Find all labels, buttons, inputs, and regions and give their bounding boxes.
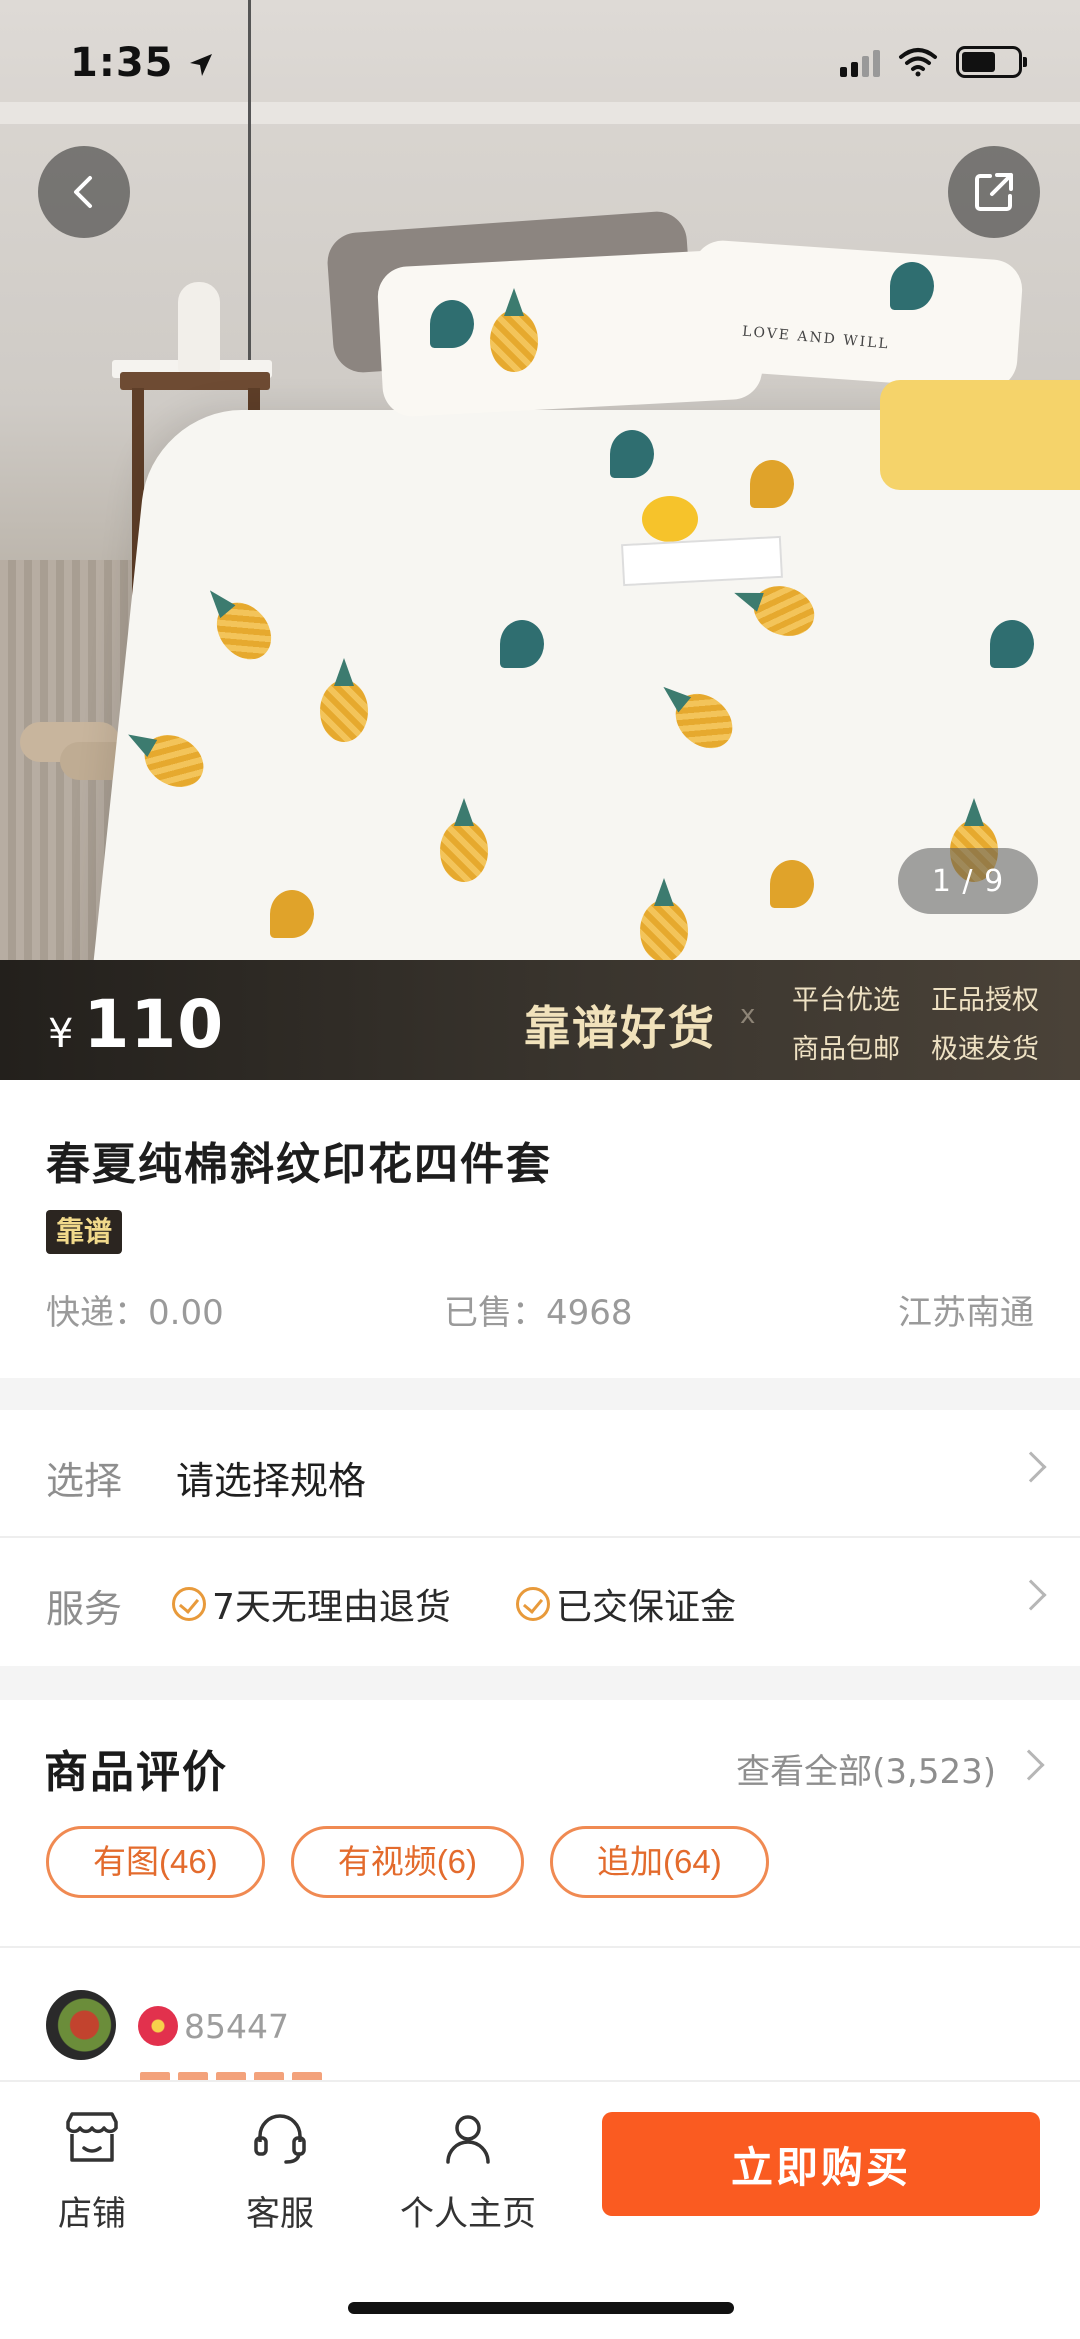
select-spec-row[interactable]: 选择 请选择规格 [0, 1410, 1080, 1538]
reliable-goods-title: 靠谱好货 [524, 1001, 716, 1055]
tab-profile[interactable]: 个人主页 [388, 2108, 548, 2235]
banner-separator: x [740, 1000, 756, 1030]
filter-chip-photos[interactable]: 有图(46) [46, 1826, 265, 1898]
divider [0, 1946, 1080, 1948]
cactus-figurine [178, 282, 220, 374]
price-banner: ¥ 110 靠谱好货 x 平台优选 正品授权 商品包邮 极速发货 [0, 960, 1080, 1080]
pineapple-print [490, 310, 538, 372]
leaf-print [610, 430, 654, 478]
pineapple-print [320, 680, 368, 742]
service-text: 7天无理由退货 [212, 1587, 451, 1628]
wifi-icon [899, 48, 937, 77]
price: ¥ 110 [48, 986, 224, 1063]
tab-store[interactable]: 店铺 [12, 2108, 172, 2235]
bottom-action-bar: 店铺 客服 个人主页 立即购买 [0, 2080, 1080, 2339]
leaf-print [270, 890, 314, 938]
product-title: 春夏纯棉斜纹印花四件套 [46, 1139, 552, 1190]
status-time-text: 1:35 [70, 40, 174, 86]
select-value: 请选择规格 [176, 1459, 367, 1503]
back-button[interactable] [38, 146, 130, 238]
cellular-signal-icon [840, 47, 880, 77]
chevron-right-icon [1015, 1579, 1047, 1611]
currency-symbol: ¥ [48, 1011, 74, 1057]
avatar[interactable] [46, 1990, 116, 2060]
buy-now-button[interactable]: 立即购买 [602, 2112, 1040, 2216]
battery-icon [956, 46, 1027, 78]
product-image-carousel[interactable]: LOVE AND WILL 1 / 9 [0, 0, 1080, 960]
service-label: 服务 [46, 1587, 123, 1631]
service-item: 已交保证金 [516, 1578, 736, 1630]
chevron-right-icon [1013, 1749, 1045, 1781]
perk-item: 商品包邮 [792, 1034, 900, 1065]
reviews-title: 商品评价 [44, 1747, 228, 1798]
leaf-print [750, 460, 794, 508]
yellow-sheet [880, 380, 1080, 490]
share-button[interactable] [948, 146, 1040, 238]
shipping-fee: 快递：0.00 [46, 1293, 224, 1333]
review-filter-chips: 有图(46) 有视频(6) 追加(64) [46, 1826, 769, 1898]
card-prop [621, 535, 783, 587]
tab-label: 店铺 [58, 2194, 126, 2234]
service-text: 已交保证金 [556, 1587, 737, 1628]
review-username: 85447 [138, 2006, 289, 2046]
pillow-print [685, 238, 1025, 392]
image-counter: 1 / 9 [898, 848, 1038, 914]
status-time: 1:35 [70, 40, 214, 86]
location-arrow-icon [190, 54, 213, 76]
username-text: 85447 [184, 2006, 289, 2046]
leaf-print [770, 860, 814, 908]
filter-chip-followup[interactable]: 追加(64) [550, 1826, 769, 1898]
service-row[interactable]: 服务 7天无理由退货 已交保证金 [0, 1538, 1080, 1666]
pineapple-print [440, 820, 488, 882]
options-panel: 选择 请选择规格 服务 7天无理由退货 已交保证金 [0, 1410, 1080, 1666]
perk-item: 极速发货 [931, 1034, 1039, 1065]
leaf-print [500, 620, 544, 668]
chevron-left-icon [74, 176, 92, 208]
perk-item: 平台优选 [792, 985, 900, 1016]
tab-label: 客服 [246, 2194, 314, 2234]
leaf-print [890, 262, 934, 310]
status-bar: 1:35 [0, 0, 1080, 130]
tab-customer-service[interactable]: 客服 [200, 2108, 360, 2235]
store-icon [66, 2112, 118, 2162]
check-circle-icon [172, 1587, 206, 1621]
perk-item: 正品授权 [931, 985, 1039, 1016]
sold-count: 已售：4968 [444, 1293, 633, 1333]
home-indicator [348, 2302, 734, 2314]
reliable-tag: 靠谱 [46, 1210, 123, 1254]
price-value: 110 [83, 986, 225, 1063]
check-circle-icon [516, 1587, 550, 1621]
flower-icon [138, 2006, 178, 2046]
filter-chip-videos[interactable]: 有视频(6) [290, 1826, 525, 1898]
perks-grid: 平台优选 正品授权 商品包邮 极速发货 [792, 978, 1062, 1066]
tab-label: 个人主页 [400, 2194, 536, 2234]
leaf-print [430, 300, 474, 348]
service-item: 7天无理由退货 [172, 1578, 451, 1630]
select-label: 选择 [46, 1459, 123, 1503]
chevron-right-icon [1015, 1451, 1047, 1483]
reviews-section: 商品评价 查看全部(3,523) 有图(46) 有视频(6) 追加(64) 85… [0, 1700, 1080, 2082]
pineapple-print [640, 900, 688, 960]
product-info: 春夏纯棉斜纹印花四件套 靠谱 快递：0.00 已售：4968 江苏南通 [0, 1080, 1080, 1378]
headset-icon [254, 2114, 306, 2164]
lemon [642, 496, 698, 542]
person-icon [446, 2115, 490, 2164]
ship-location: 江苏南通 [898, 1293, 1034, 1333]
view-all-reviews-link[interactable]: 查看全部(3,523) [736, 1744, 996, 1793]
share-icon [975, 173, 1013, 211]
leaf-print [990, 620, 1034, 668]
